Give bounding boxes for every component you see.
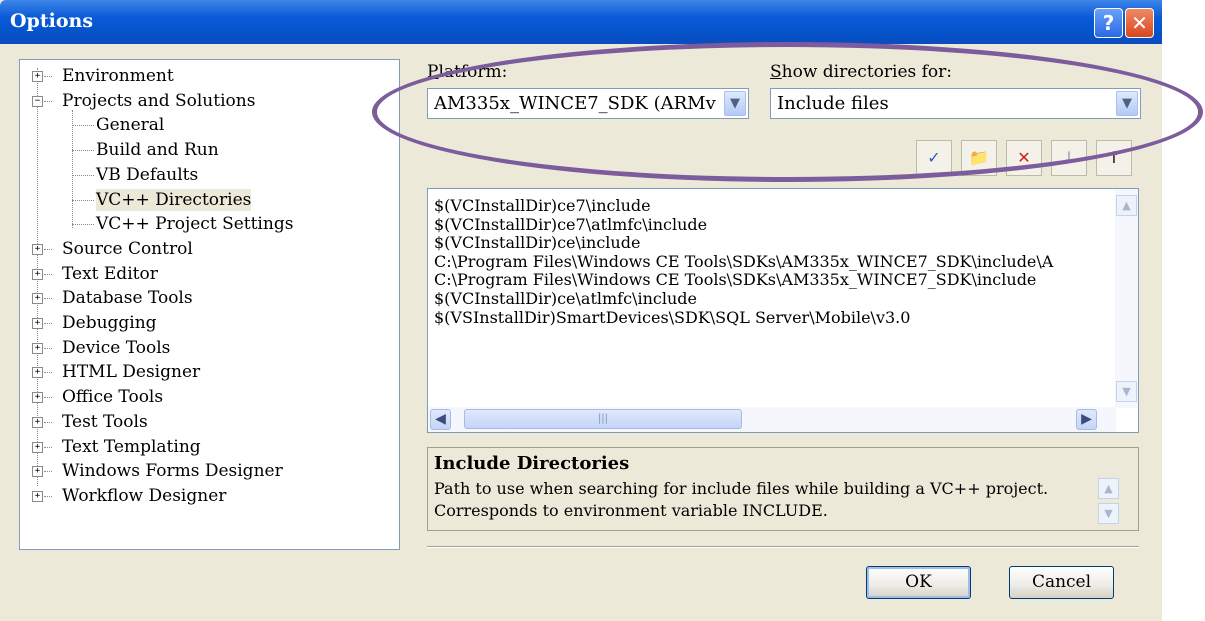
window-title: Options — [10, 10, 94, 32]
move-up-button[interactable]: ↑ — [1096, 140, 1132, 176]
show-directories-dropdown[interactable]: Include files ▼ — [770, 88, 1141, 119]
tree-item[interactable]: General — [96, 114, 164, 136]
tree-connector — [44, 421, 52, 423]
scroll-left-icon[interactable]: ◀ — [430, 409, 451, 430]
move-up-icon: ↑ — [1107, 148, 1121, 167]
tree-connector — [44, 347, 52, 349]
tree-connector — [72, 199, 94, 201]
tree-item[interactable]: VC++ Project Settings — [96, 213, 293, 235]
tree-expander-icon[interactable]: − — [32, 95, 43, 107]
chevron-down-icon[interactable]: ▼ — [1116, 91, 1138, 116]
help-button[interactable]: ? — [1094, 8, 1123, 38]
title-bar[interactable]: Options ? ✕ — [0, 0, 1162, 44]
tree-item[interactable]: Test Tools — [62, 411, 148, 433]
horizontal-scrollbar[interactable]: ◀ ||| ▶ — [428, 407, 1116, 432]
scroll-down-icon[interactable]: ▼ — [1116, 381, 1137, 402]
tree-expander-icon[interactable]: + — [32, 243, 43, 255]
scrollbar-thumb[interactable]: ||| — [464, 409, 742, 429]
delete-button[interactable]: ✕ — [1006, 140, 1042, 176]
tree-item[interactable]: Build and Run — [96, 139, 219, 161]
tree-connector — [72, 224, 94, 226]
tree-connector — [44, 495, 52, 497]
tree-expander-icon[interactable]: + — [32, 293, 43, 305]
tree-expander-icon[interactable]: + — [32, 342, 43, 354]
description-line-2: Corresponds to environment variable INCL… — [434, 501, 828, 520]
tree-item[interactable]: HTML Designer — [62, 361, 200, 383]
browse-folder-button[interactable]: 📁 — [961, 140, 997, 176]
tree-connector — [44, 471, 52, 473]
tree-item[interactable]: Windows Forms Designer — [62, 460, 283, 482]
vertical-scrollbar[interactable]: ▲ ▼ — [1115, 189, 1138, 408]
tree-item[interactable]: Text Templating — [62, 436, 201, 458]
tree-expander-icon[interactable]: + — [32, 71, 43, 82]
show-directories-label: Show directories for: — [770, 62, 953, 82]
close-button[interactable]: ✕ — [1125, 8, 1154, 38]
tree-item[interactable]: Database Tools — [62, 287, 193, 309]
tree-expander-icon[interactable]: + — [32, 392, 43, 404]
tree-connector — [72, 150, 94, 152]
delete-icon: ✕ — [1017, 148, 1031, 167]
options-dialog: Options ? ✕ + Environment − Projects and So… — [0, 0, 1162, 621]
tree-expander-icon[interactable]: + — [32, 367, 43, 379]
description-line-1: Path to use when searching for include f… — [434, 479, 1049, 498]
checkmark-icon: ✓ — [927, 148, 941, 167]
tree-connector — [44, 298, 52, 300]
new-line-button[interactable]: ✓ — [916, 140, 952, 176]
tree-connector — [44, 273, 52, 275]
tree-item[interactable]: Source Control — [62, 238, 193, 260]
chevron-down-icon[interactable]: ▼ — [724, 91, 746, 116]
tree-item[interactable]: Environment — [62, 65, 174, 87]
tree-item[interactable]: Text Editor — [62, 263, 158, 285]
move-down-button[interactable]: ↓ — [1051, 140, 1087, 176]
description-panel: Include Directories Path to use when sea… — [427, 447, 1139, 531]
ok-button[interactable]: OK — [866, 566, 971, 599]
scroll-up-icon[interactable]: ▲ — [1116, 195, 1137, 216]
options-tree[interactable]: + Environment − Projects and Solutions Gener… — [19, 59, 400, 550]
cancel-button[interactable]: Cancel — [1009, 566, 1114, 599]
tree-connector — [44, 372, 52, 374]
tree-item[interactable]: Debugging — [62, 312, 157, 334]
new-folder-icon: 📁 — [969, 148, 989, 167]
tree-child-line — [72, 110, 73, 228]
tree-connector — [44, 100, 52, 102]
scroll-right-icon[interactable]: ▶ — [1076, 409, 1097, 430]
separator — [427, 546, 1139, 548]
directory-list-item[interactable]: $(VSInstallDir)SmartDevices\SDK\SQL Serv… — [434, 307, 910, 328]
tree-item[interactable]: VB Defaults — [96, 164, 198, 186]
show-directories-value: Include files — [777, 93, 889, 114]
directories-list[interactable]: $(VCInstallDir)ce7\include $(VCInstallDir… — [427, 188, 1139, 433]
desc-scroll-down-icon[interactable]: ▼ — [1098, 503, 1119, 524]
tree-item[interactable]: VC++ Directories — [96, 188, 252, 211]
tree-item[interactable]: Device Tools — [62, 337, 170, 359]
tree-connector — [44, 248, 52, 250]
platform-dropdown[interactable]: AM335x_WINCE7_SDK (ARMv ▼ — [427, 88, 749, 119]
tree-connector — [72, 174, 94, 176]
tree-connector — [44, 446, 52, 448]
tree-item[interactable]: Office Tools — [62, 386, 163, 408]
tree-connector — [72, 125, 94, 127]
tree-expander-icon[interactable]: + — [32, 466, 43, 478]
tree-item[interactable]: Projects and Solutions — [62, 90, 255, 112]
tree-item[interactable]: Workflow Designer — [62, 485, 226, 507]
tree-expander-icon[interactable]: + — [32, 318, 43, 329]
tree-expander-icon[interactable]: + — [32, 416, 43, 428]
tree-expander-icon[interactable]: + — [32, 490, 43, 502]
move-down-icon: ↓ — [1062, 148, 1076, 167]
tree-connector — [44, 323, 52, 324]
tree-expander-icon[interactable]: + — [32, 441, 43, 453]
platform-label: Platform: — [427, 62, 508, 82]
tree-connector — [44, 76, 52, 77]
desc-scroll-up-icon[interactable]: ▲ — [1098, 478, 1119, 499]
description-title: Include Directories — [434, 453, 630, 474]
tree-expander-icon[interactable]: + — [32, 268, 43, 280]
platform-value: AM335x_WINCE7_SDK (ARMv — [434, 93, 716, 114]
tree-connector — [44, 397, 52, 399]
